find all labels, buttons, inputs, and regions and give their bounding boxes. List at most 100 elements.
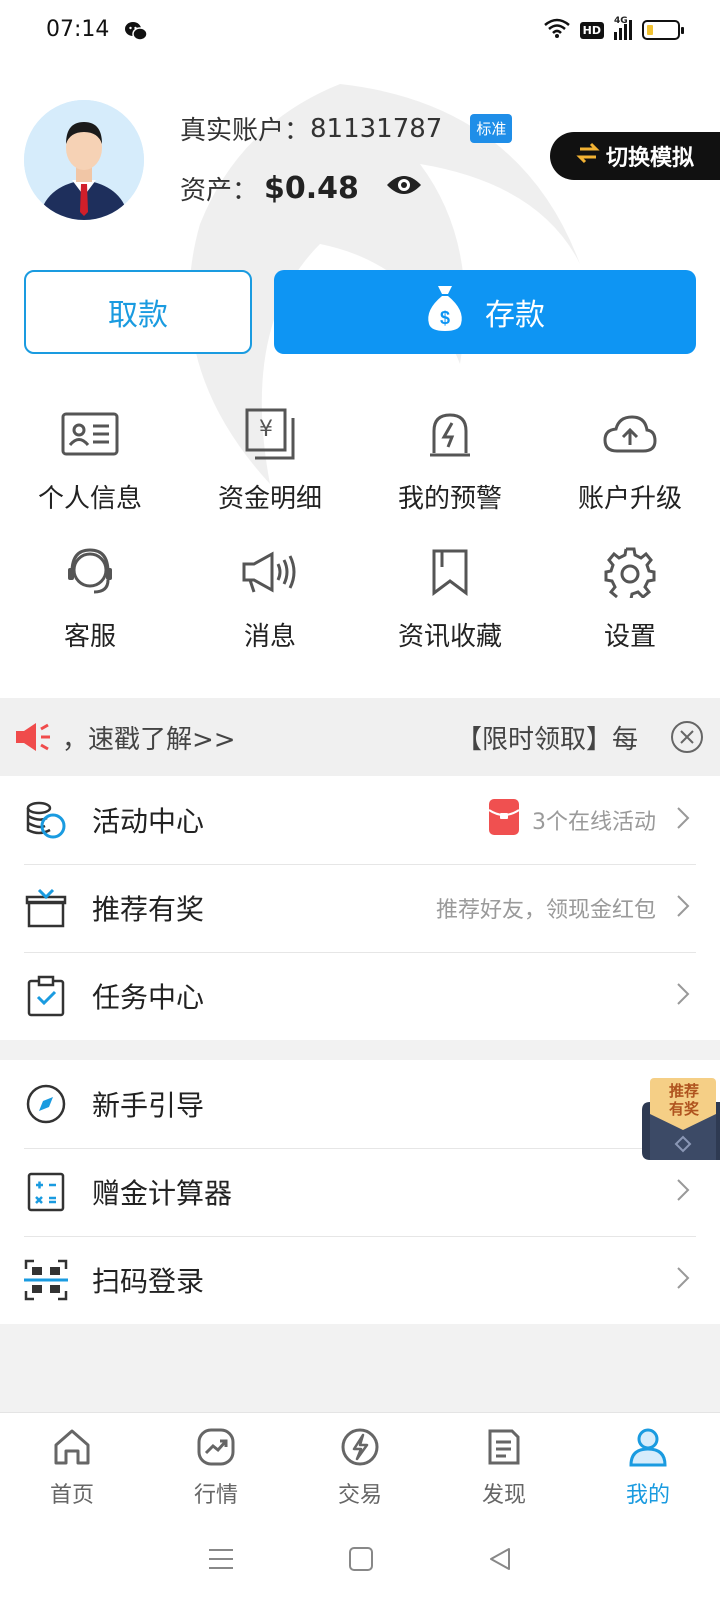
- swap-icon: [576, 142, 600, 170]
- calculator-icon: [24, 1170, 68, 1214]
- grid-item-fund-details[interactable]: ¥ 资金明细: [180, 404, 360, 542]
- grid-label: 客服: [63, 622, 116, 652]
- asset-label: 资产：: [180, 176, 259, 206]
- tab-market[interactable]: 行情: [144, 1413, 288, 1522]
- grid-item-customer-service[interactable]: 客服: [0, 542, 180, 680]
- menu-icon[interactable]: [207, 1547, 235, 1575]
- grid-item-my-alerts[interactable]: 我的预警: [360, 404, 540, 542]
- shortcut-grid: 个人信息 ¥ 资金明细 我的预警 账户升级 客服 消息 资讯收藏 设置: [0, 404, 720, 680]
- menu-list-secondary: 新手引导 赠金计算器 扫码登录: [0, 1060, 720, 1324]
- svg-text:¥: ¥: [259, 417, 273, 442]
- bottom-tab-bar: 首页 行情 交易 发现 我的: [0, 1412, 720, 1522]
- grid-label: 个人信息: [37, 484, 142, 514]
- list-item-label: 新手引导: [92, 1089, 205, 1122]
- list-item-label: 推荐有奖: [92, 893, 205, 926]
- bookmark-icon: [420, 542, 480, 602]
- tab-label: 我的: [625, 1483, 670, 1508]
- grid-item-messages[interactable]: 消息: [180, 542, 360, 680]
- account-tier-badge: 标准: [470, 114, 513, 143]
- chevron-right-icon: [676, 894, 690, 922]
- cloud-upload-icon: [600, 404, 660, 464]
- status-bar: 07:14 HD 4G: [0, 0, 720, 64]
- tab-label: 首页: [49, 1483, 94, 1508]
- list-item-hint-text: 推荐好友，领现金红包: [435, 898, 656, 923]
- signal-icon: 4G: [614, 16, 632, 40]
- person-icon: [628, 1427, 668, 1471]
- grid-label: 设置: [603, 622, 656, 652]
- menu-list-primary: 活动中心 3个在线活动 推荐有奖 推荐好友，领现金红包 任务中心: [0, 776, 720, 1040]
- qr-scan-icon: [24, 1258, 68, 1302]
- account-type-label: 真实账户：: [180, 116, 311, 146]
- floating-referral-badge[interactable]: 推荐 有奖: [642, 1074, 720, 1160]
- announcement-text-left: ，速戳了解>>: [62, 724, 236, 755]
- trend-icon: [196, 1427, 236, 1471]
- megaphone-icon: [240, 542, 300, 602]
- tab-home[interactable]: 首页: [0, 1413, 144, 1522]
- grid-item-account-upgrade[interactable]: 账户升级: [540, 404, 720, 542]
- chevron-right-icon: [676, 1178, 690, 1206]
- grid-item-settings[interactable]: 设置: [540, 542, 720, 680]
- list-item-hint: 3个在线活动: [488, 798, 656, 842]
- headset-icon: [60, 542, 120, 602]
- list-item-label: 扫码登录: [92, 1265, 205, 1298]
- id-card-icon: [60, 404, 120, 464]
- list-item-beginner-guide[interactable]: 新手引导: [0, 1060, 720, 1148]
- chevron-right-icon: [676, 1266, 690, 1294]
- tab-label: 交易: [337, 1483, 382, 1508]
- avatar[interactable]: [24, 100, 144, 220]
- announcement-text-right: 【限时领取】每: [456, 724, 639, 755]
- status-indicators: HD 4G: [543, 16, 684, 42]
- status-time: 07:14: [46, 17, 110, 42]
- chevron-right-icon: [676, 982, 690, 1010]
- account-number-line: 真实账户： 81131787 标准: [180, 110, 513, 147]
- section-divider: [0, 1040, 720, 1060]
- deposit-label: 存款: [485, 298, 545, 333]
- account-header: 真实账户： 81131787 标准 资产： $0.48 切换模拟 取款 $ 存款: [0, 64, 720, 684]
- grid-label: 我的预警: [397, 484, 502, 514]
- compass-icon: [24, 1082, 68, 1126]
- coins-icon: [24, 798, 68, 842]
- floating-referral-line1: 推荐: [668, 1082, 699, 1100]
- withdraw-button[interactable]: 取款: [24, 270, 252, 354]
- home-icon: [52, 1427, 92, 1471]
- asset-value: $0.48: [264, 171, 359, 206]
- account-number: 81131787: [310, 113, 443, 144]
- tab-mine[interactable]: 我的: [576, 1413, 720, 1522]
- alert-icon: [420, 404, 480, 464]
- grid-label: 资金明细: [217, 484, 322, 514]
- list-item-referral-reward[interactable]: 推荐有奖 推荐好友，领现金红包: [0, 864, 720, 952]
- list-item-label: 任务中心: [92, 981, 205, 1014]
- floating-referral-line2: 有奖: [668, 1100, 699, 1118]
- grid-item-news-favorites[interactable]: 资讯收藏: [360, 542, 540, 680]
- list-item-label: 赠金计算器: [92, 1177, 233, 1210]
- tab-discover[interactable]: 发现: [432, 1413, 576, 1522]
- list-item-activity-center[interactable]: 活动中心 3个在线活动: [0, 776, 720, 864]
- wechat-icon: [124, 20, 148, 46]
- speaker-icon: [14, 720, 54, 758]
- close-icon[interactable]: [670, 720, 704, 758]
- lightning-icon: [340, 1427, 380, 1471]
- chevron-right-icon: [676, 806, 690, 834]
- announcement-bar[interactable]: ，速戳了解>> 【限时领取】每: [0, 698, 720, 776]
- eye-icon[interactable]: [385, 173, 423, 204]
- list-item-scan-login[interactable]: 扫码登录: [0, 1236, 720, 1324]
- wifi-icon: [543, 18, 570, 42]
- system-navigation-bar: [0, 1522, 720, 1600]
- tab-trade[interactable]: 交易: [288, 1413, 432, 1522]
- list-item-task-center[interactable]: 任务中心: [0, 952, 720, 1040]
- switch-demo-button[interactable]: 切换模拟: [550, 132, 720, 180]
- yuan-document-icon: ¥: [240, 404, 300, 464]
- deposit-button[interactable]: $ 存款: [274, 270, 696, 354]
- withdraw-label: 取款: [108, 298, 168, 333]
- money-bag-icon: $: [425, 284, 465, 340]
- hd-badge: HD: [579, 21, 604, 39]
- page-bottom-spacer: [0, 1324, 720, 1412]
- svg-text:$: $: [440, 308, 450, 328]
- list-item-bonus-calculator[interactable]: 赠金计算器: [0, 1148, 720, 1236]
- grid-label: 资讯收藏: [397, 622, 502, 652]
- back-triangle-icon[interactable]: [487, 1546, 513, 1576]
- app-screen: 07:14 HD 4G 真实账户： 81131787 标准 资产： $0.48 …: [0, 0, 720, 1600]
- grid-item-personal-info[interactable]: 个人信息: [0, 404, 180, 542]
- home-square-icon[interactable]: [348, 1546, 374, 1576]
- tab-label: 行情: [193, 1483, 238, 1508]
